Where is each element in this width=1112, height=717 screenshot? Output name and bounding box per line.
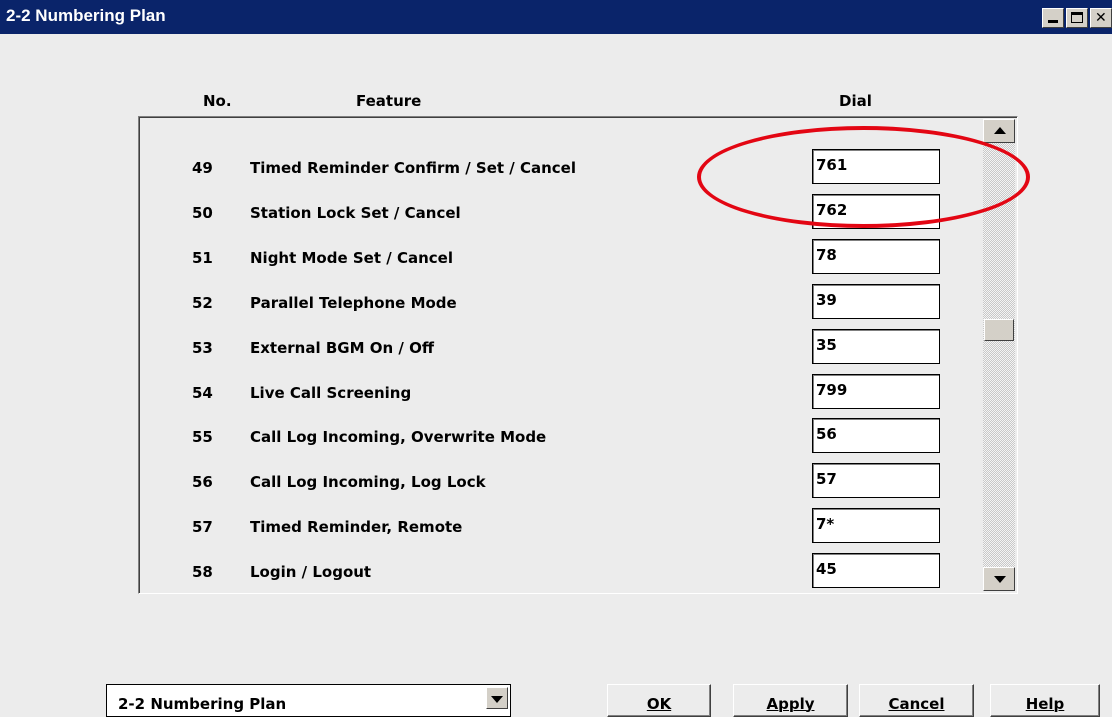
help-button[interactable]: Help [990, 684, 1100, 717]
row-number: 53 [192, 339, 213, 357]
row-feature: Timed Reminder, Remote [250, 518, 463, 536]
dial-input[interactable]: 39 [812, 284, 940, 319]
row-number: 58 [192, 563, 213, 581]
maximize-icon [1071, 12, 1083, 23]
highlight-annotation [697, 126, 1030, 228]
dial-input[interactable]: 35 [812, 329, 940, 364]
scroll-down-icon [994, 576, 1006, 583]
dial-input[interactable]: 7* [812, 508, 940, 543]
dial-input[interactable]: 56 [812, 418, 940, 453]
close-icon: ✕ [1095, 10, 1107, 26]
window-title: 2-2 Numbering Plan [6, 6, 166, 25]
row-feature: Live Call Screening [250, 384, 412, 402]
scroll-up-button[interactable] [983, 119, 1015, 143]
row-number: 57 [192, 518, 213, 536]
close-button[interactable]: ✕ [1090, 8, 1112, 28]
row-feature: External BGM On / Off [250, 339, 434, 357]
row-number: 49 [192, 159, 213, 177]
row-number: 51 [192, 249, 213, 267]
dial-input[interactable]: 57 [812, 463, 940, 498]
column-header-feature: Feature [356, 92, 422, 110]
row-number: 52 [192, 294, 213, 312]
apply-button[interactable]: Apply [733, 684, 848, 717]
row-feature: Call Log Incoming, Overwrite Mode [250, 428, 547, 446]
chevron-down-icon [491, 696, 503, 703]
dial-input[interactable]: 799 [812, 374, 940, 409]
column-header-no: No. [203, 92, 232, 110]
row-feature: Timed Reminder Confirm / Set / Cancel [250, 159, 576, 177]
row-feature: Night Mode Set / Cancel [250, 249, 453, 267]
row-number: 50 [192, 204, 213, 222]
scroll-up-icon [994, 127, 1006, 134]
minimize-button[interactable] [1042, 8, 1064, 28]
dial-input[interactable]: 45 [812, 553, 940, 588]
row-feature: Station Lock Set / Cancel [250, 204, 461, 222]
row-number: 56 [192, 473, 213, 491]
column-header-dial: Dial [839, 92, 872, 110]
page-select-dropdown[interactable]: 2-2 Numbering Plan [106, 684, 511, 717]
row-feature: Call Log Incoming, Log Lock [250, 473, 486, 491]
dial-input[interactable]: 78 [812, 239, 940, 274]
numbering-plan-window: 2-2 Numbering Plan ✕ No. Feature Dial 49… [0, 0, 1112, 717]
page-select-value: 2-2 Numbering Plan [118, 695, 287, 713]
cancel-button[interactable]: Cancel [859, 684, 974, 717]
row-number: 54 [192, 384, 213, 402]
dropdown-toggle[interactable] [486, 687, 508, 709]
scroll-thumb[interactable] [984, 319, 1014, 341]
minimize-icon [1048, 20, 1058, 23]
maximize-button[interactable] [1066, 8, 1088, 28]
scroll-down-button[interactable] [983, 567, 1015, 591]
row-feature: Login / Logout [250, 563, 372, 581]
ok-button[interactable]: OK [607, 684, 711, 717]
row-feature: Parallel Telephone Mode [250, 294, 457, 312]
title-bar: 2-2 Numbering Plan ✕ [0, 0, 1112, 34]
row-number: 55 [192, 428, 213, 446]
